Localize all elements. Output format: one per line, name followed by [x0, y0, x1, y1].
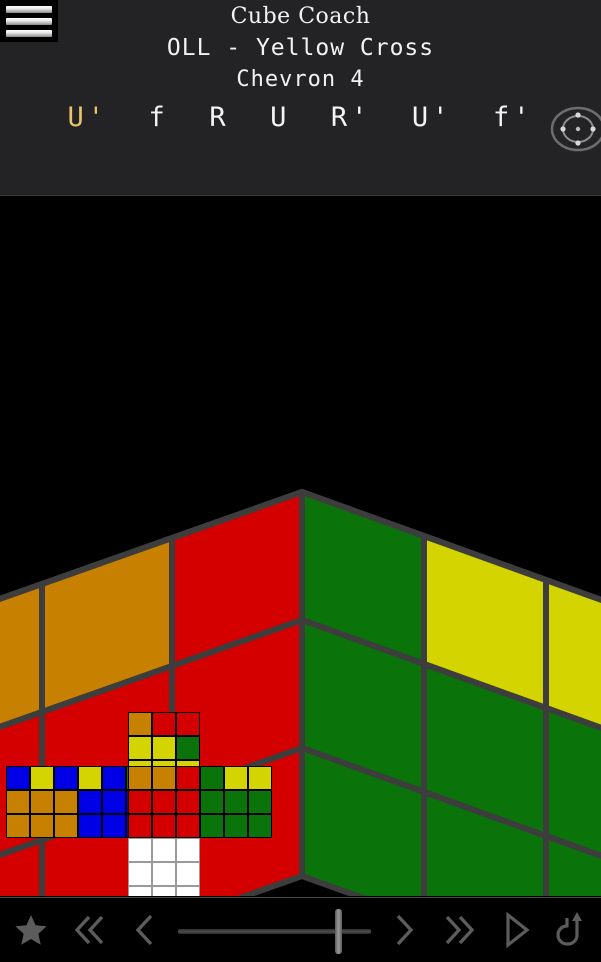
- net-cell: [152, 736, 176, 760]
- double-chevron-left-icon: [74, 915, 104, 945]
- net-cell: [176, 886, 200, 896]
- net-cell: [128, 736, 152, 760]
- net-cell: [248, 790, 272, 814]
- net-cell: [78, 814, 102, 838]
- net-cell: [152, 886, 176, 896]
- last-step-button[interactable]: [429, 898, 487, 962]
- header-bar: Cube Coach OLL - Yellow Cross Chevron 4 …: [0, 0, 601, 196]
- algorithm-move[interactable]: R: [209, 102, 229, 133]
- net-cell: [128, 712, 152, 736]
- net-cell: [200, 766, 224, 790]
- net-cell: [128, 838, 152, 862]
- net-cell: [54, 814, 78, 838]
- play-button[interactable]: [487, 898, 543, 962]
- net-cell: [152, 814, 176, 838]
- net-cell: [248, 766, 272, 790]
- net-cell: [176, 790, 200, 814]
- algorithm-move[interactable]: U': [412, 102, 453, 133]
- net-cell: [176, 766, 200, 790]
- algorithm-gap: [169, 102, 210, 133]
- algorithm-gap: [371, 102, 412, 133]
- net-cell: [224, 766, 248, 790]
- net-cell: [176, 736, 200, 760]
- net-cell: [152, 862, 176, 886]
- net-face-front: [128, 766, 200, 838]
- algorithm-gap: [290, 102, 331, 133]
- net-cell: [30, 814, 54, 838]
- net-cell: [200, 790, 224, 814]
- net-cell: [128, 862, 152, 886]
- net-cell: [128, 766, 152, 790]
- algorithm-gap: [108, 102, 149, 133]
- net-cell: [128, 814, 152, 838]
- net-cell: [78, 766, 102, 790]
- net-cell: [152, 838, 176, 862]
- net-cell: [6, 766, 30, 790]
- net-face-right: [200, 766, 272, 838]
- net-cell: [6, 790, 30, 814]
- algorithm-move[interactable]: U: [270, 102, 290, 133]
- loop-reset-icon: [556, 912, 582, 946]
- progress-slider[interactable]: [172, 898, 377, 962]
- chevron-right-icon: [396, 914, 414, 946]
- net-cell: [54, 790, 78, 814]
- net-cell: [152, 712, 176, 736]
- net-cell: [128, 790, 152, 814]
- app-root: Cube Coach OLL - Yellow Cross Chevron 4 …: [0, 0, 601, 962]
- double-chevron-right-icon: [445, 915, 475, 945]
- algorithm-gap: [452, 102, 493, 133]
- net-cell: [78, 790, 102, 814]
- net-cell: [6, 814, 30, 838]
- slider-track: [178, 928, 371, 934]
- net-cell: [224, 814, 248, 838]
- algorithm-sequence[interactable]: U' f R U R' U' f': [0, 96, 601, 140]
- net-face-down: [128, 838, 200, 896]
- net-cell: [176, 814, 200, 838]
- net-cell: [176, 838, 200, 862]
- algorithm-gap: [230, 102, 271, 133]
- next-step-button[interactable]: [377, 898, 429, 962]
- app-title: Cube Coach: [230, 4, 371, 29]
- algorithm-move[interactable]: R': [331, 102, 372, 133]
- playback-toolbar: [0, 897, 601, 962]
- cube-orientation-icon[interactable]: [547, 103, 601, 155]
- net-cell: [200, 814, 224, 838]
- net-cell: [54, 766, 78, 790]
- net-cell: [248, 814, 272, 838]
- algorithm-move[interactable]: U': [68, 102, 109, 133]
- chevron-left-icon: [135, 914, 153, 946]
- net-cell: [176, 712, 200, 736]
- cube-face-right: [299, 489, 601, 896]
- algorithm-move[interactable]: f: [149, 102, 169, 133]
- net-cell: [102, 790, 126, 814]
- star-icon: [15, 915, 47, 945]
- net-cell: [128, 886, 152, 896]
- net-cell: [30, 766, 54, 790]
- net-cell: [30, 790, 54, 814]
- algorithm-move[interactable]: f': [493, 102, 534, 133]
- net-cell: [102, 814, 126, 838]
- net-cell: [152, 790, 176, 814]
- net-cell: [152, 766, 176, 790]
- play-triangle-icon: [506, 911, 530, 949]
- net-face-left: [6, 766, 78, 838]
- favorite-button[interactable]: [0, 898, 62, 962]
- stage-label: OLL - Yellow Cross: [166, 35, 435, 61]
- case-name: Chevron 4: [236, 67, 365, 92]
- previous-step-button[interactable]: [120, 898, 172, 962]
- reset-button[interactable]: [543, 898, 601, 962]
- net-cell: [102, 766, 126, 790]
- cube-viewport[interactable]: [0, 196, 601, 896]
- title-block: Cube Coach OLL - Yellow Cross Chevron 4 …: [0, 0, 601, 140]
- slider-thumb[interactable]: [334, 908, 342, 954]
- first-step-button[interactable]: [62, 898, 120, 962]
- net-cell: [224, 790, 248, 814]
- net-cell: [176, 862, 200, 886]
